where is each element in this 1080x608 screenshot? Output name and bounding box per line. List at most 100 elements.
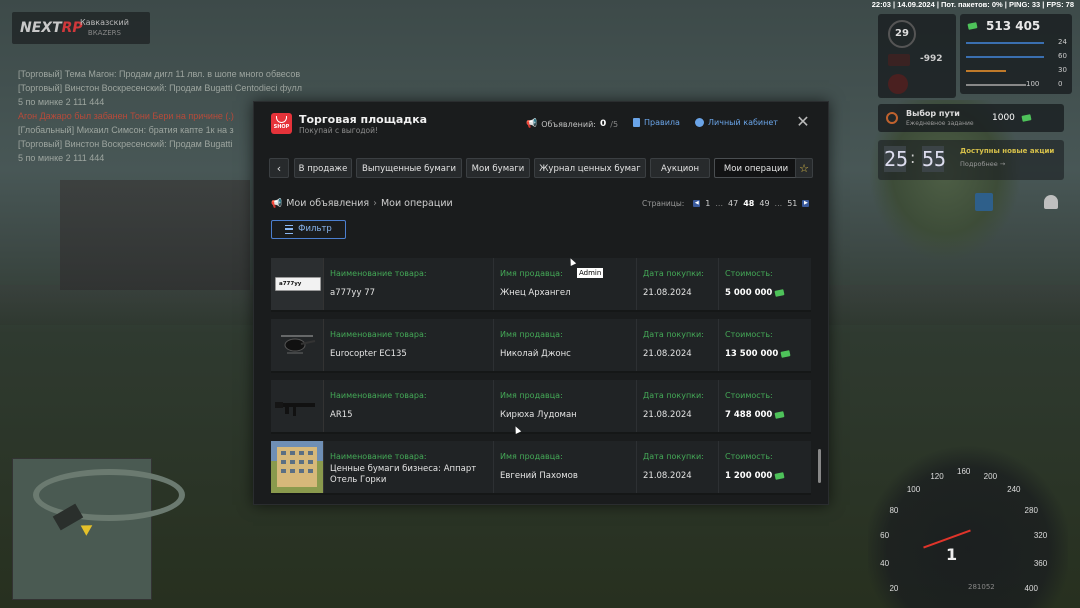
col-date-value: 21.08.2024 — [643, 410, 692, 420]
col-date-header: Дата покупки: — [643, 452, 704, 461]
speed-mark: 320 — [1033, 531, 1048, 541]
tab-my-operations[interactable]: Мои операции — [714, 158, 798, 178]
col-item-header: Наименование товара: — [330, 269, 427, 278]
tab-back[interactable]: ‹ — [269, 158, 289, 178]
rules-label: Правила — [644, 118, 680, 127]
level-badge: 29 — [888, 20, 916, 48]
col-item-text: AR15 — [330, 410, 353, 420]
filter-label: Фильтр — [298, 224, 332, 234]
operation-row[interactable]: Наименование товара: Ценные бумаги бизнес… — [271, 441, 811, 495]
col-date: Дата покупки: 21.08.2024 — [636, 319, 719, 371]
speed-mark: 360 — [1033, 558, 1048, 568]
cash-icon — [967, 22, 978, 30]
col-item: Наименование товара: Ценные бумаги бизнес… — [323, 441, 494, 493]
clock-colon: : — [910, 148, 916, 167]
col-item-value: AR15 — [330, 410, 353, 420]
speed-mark: 100 — [906, 485, 921, 495]
operation-row[interactable]: a777yy Наименование товара: a777yy 77 Имя п… — [271, 258, 811, 312]
page-prev-icon[interactable]: ◀ — [693, 200, 701, 207]
breadcrumb-separator: › — [373, 198, 377, 209]
col-seller-header: Имя продавца: — [500, 330, 563, 339]
modal-subtitle: Покупай с выгодой! — [299, 126, 378, 135]
actions-notice[interactable]: Доступны новые акции — [960, 147, 1054, 155]
col-seller: Имя продавца: Евгений Пахомов — [493, 441, 637, 493]
marketplace-modal: SHOP Торговая площадка Покупай с выгодой… — [253, 101, 829, 505]
wanted-icon — [888, 74, 908, 94]
operation-row[interactable]: Наименование товара: AR15 Имя продавца: Кир… — [271, 380, 811, 434]
col-price-value: 13 500 000 — [725, 349, 791, 359]
ads-count: 0 — [600, 119, 607, 129]
hud-quest-panel[interactable]: Выбор пути Ежедневное задание 1000 — [878, 104, 1064, 132]
bell-icon[interactable] — [1044, 195, 1058, 209]
odometer: 281052 — [968, 583, 995, 591]
filter-button[interactable]: Фильтр — [271, 220, 346, 239]
col-price-value: 1 200 000 — [725, 471, 785, 481]
item-thumbnail — [271, 441, 324, 493]
page-link[interactable]: 48 — [743, 199, 754, 208]
speed-mark: 40 — [880, 558, 890, 568]
cabinet-link[interactable]: Личный кабинет — [695, 118, 778, 127]
tab-auction[interactable]: Аукцион — [650, 158, 710, 178]
hotel-building-image — [271, 441, 323, 493]
col-price-header: Стоимость: — [725, 269, 773, 278]
col-date-header: Дата покупки: — [643, 269, 704, 278]
cash-icon — [774, 472, 785, 480]
breadcrumb-parent[interactable]: Мои объявления — [286, 198, 369, 209]
tab-my-papers[interactable]: Мои бумаги — [466, 158, 530, 178]
col-price-text: 13 500 000 — [725, 349, 779, 359]
col-seller-text: Николай Джонс — [500, 349, 571, 359]
close-icon[interactable]: ✕ — [795, 114, 811, 130]
actions-details-link[interactable]: Подробнее → — [960, 160, 1005, 168]
admin-tooltip: Admin — [577, 268, 604, 278]
status-topbar: 22:03 | 14.09.2024 | Пот. пакетов: 0% | … — [871, 0, 1074, 9]
shop-logo-label: SHOP — [273, 124, 290, 130]
tab-favorites[interactable]: ☆ — [795, 158, 813, 178]
quest-title: Выбор пути — [906, 109, 960, 118]
col-price-value: 7 488 000 — [725, 410, 785, 420]
quest-icon — [886, 112, 898, 124]
col-seller-text: Кирюха Лудоман — [500, 410, 577, 420]
page-next-icon[interactable]: ▶ — [802, 200, 810, 207]
calendar-icon[interactable] — [975, 193, 993, 211]
col-item: Наименование товара: AR15 — [323, 380, 494, 432]
operation-row[interactable]: Наименование товара: Eurocopter EC135 Имя … — [271, 319, 811, 373]
col-seller-value: Кирюха Лудоман — [500, 410, 577, 420]
player-arrow-icon — [77, 520, 93, 536]
megaphone-icon: 📢 — [526, 119, 538, 129]
tab-on-sale[interactable]: В продаже — [294, 158, 352, 178]
page-link[interactable]: 49 — [759, 199, 769, 208]
col-date: Дата покупки: 21.08.2024 — [636, 441, 719, 493]
balance-icon — [888, 54, 910, 66]
col-date-text: 21.08.2024 — [643, 471, 692, 481]
ads-max: /5 — [610, 119, 619, 129]
page-link[interactable]: 51 — [787, 199, 797, 208]
tab-issued-papers[interactable]: Выпущенные бумаги — [356, 158, 462, 178]
col-price-text: 5 000 000 — [725, 288, 773, 298]
tab-securities-journal[interactable]: Журнал ценных бумаг — [534, 158, 646, 178]
list-scrollbar[interactable] — [818, 449, 821, 483]
col-price-text: 1 200 000 — [725, 471, 773, 481]
rules-link[interactable]: Правила — [633, 118, 680, 127]
item-thumbnail — [271, 380, 324, 432]
col-item-text: Eurocopter EC135 — [330, 349, 407, 359]
speed-mark: 60 — [880, 531, 890, 541]
col-date-header: Дата покупки: — [643, 330, 704, 339]
shop-logo-icon: SHOP — [271, 113, 292, 134]
stat-bar-1 — [966, 42, 1044, 44]
page-link[interactable]: 47 — [728, 199, 738, 208]
clock-hours: 25 — [884, 146, 909, 172]
breadcrumb: 📢 Мои объявления › Мои операции — [271, 198, 453, 209]
stat-value-1: 24 — [1058, 38, 1067, 46]
col-seller-value: Евгений Пахомов — [500, 471, 578, 481]
col-price-value: 5 000 000 — [725, 288, 785, 298]
col-seller-header: Имя продавца: — [500, 452, 563, 461]
col-seller-text: Евгений Пахомов — [500, 471, 578, 481]
quest-reward: 1000 — [992, 113, 1015, 123]
page-link[interactable]: 1 — [705, 199, 710, 208]
col-date: Дата покупки: 21.08.2024 — [636, 258, 719, 310]
col-item-header: Наименование товара: — [330, 452, 427, 461]
filter-icon — [285, 225, 294, 234]
logo-text: NEXT — [20, 20, 62, 36]
col-date: Дата покупки: 21.08.2024 — [636, 380, 719, 432]
hud-clock-panel: 25 : 55 Доступны новые акции Подробнее → — [878, 140, 1064, 180]
